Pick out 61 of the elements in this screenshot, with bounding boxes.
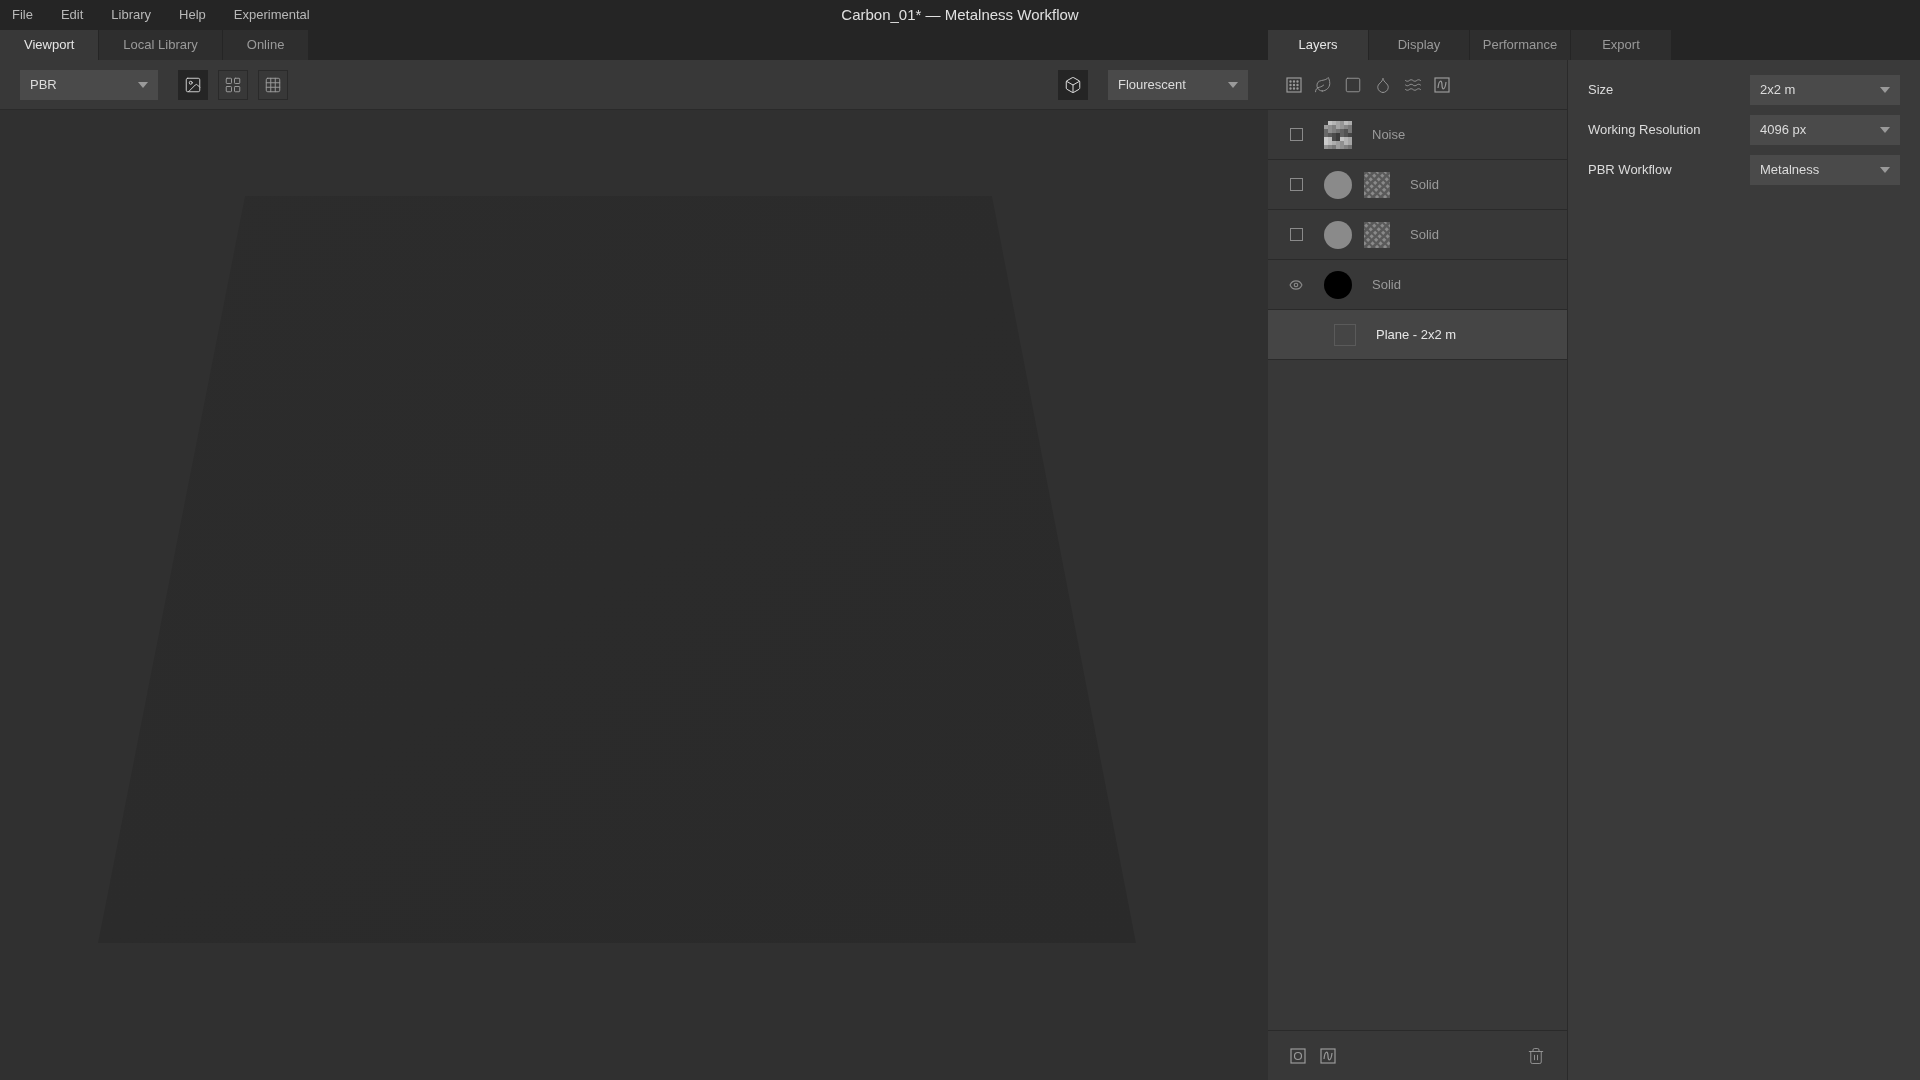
leaf-icon[interactable]: [1314, 75, 1332, 94]
visibility-checkbox[interactable]: [1289, 178, 1303, 191]
layer-row[interactable]: Solid: [1268, 160, 1567, 210]
caret-icon: [138, 81, 148, 88]
caret-icon: [1880, 87, 1890, 93]
render-mode-dropdown[interactable]: PBR: [20, 69, 158, 100]
droplet-icon[interactable]: [1374, 75, 1392, 94]
window-title: Carbon_01* — Metalness Workflow: [841, 4, 1079, 25]
tab[interactable]: Export: [1571, 30, 1671, 60]
layer-name: Solid: [1372, 275, 1401, 294]
view-layout-button[interactable]: [218, 69, 248, 100]
layer-row[interactable]: Plane - 2x2 m: [1268, 310, 1567, 360]
property-label: Working Resolution: [1588, 121, 1701, 140]
circle-box-icon[interactable]: [1290, 1047, 1306, 1064]
noise-thumbnail: [1324, 120, 1352, 149]
quad-grid-icon: [224, 75, 242, 94]
caret-icon: [1880, 167, 1890, 173]
visibility-checkbox[interactable]: [1289, 228, 1303, 241]
pattern-thumbnail: [1364, 171, 1390, 198]
eye-icon[interactable]: [1289, 277, 1303, 292]
menu-item[interactable]: Edit: [48, 5, 96, 25]
layer-row[interactable]: Noise: [1268, 110, 1567, 160]
layer-name: Solid: [1410, 175, 1439, 194]
property-label: Size: [1588, 81, 1614, 100]
function-icon[interactable]: [1434, 76, 1450, 93]
property-dropdown[interactable]: Metalness: [1750, 155, 1900, 185]
tab[interactable]: Layers: [1268, 30, 1368, 60]
layer-name: Noise: [1372, 125, 1406, 144]
visibility-checkbox[interactable]: [1289, 128, 1303, 141]
delete-icon[interactable]: [1527, 1046, 1545, 1065]
tab[interactable]: Performance: [1470, 30, 1570, 60]
caret-icon: [1228, 81, 1238, 88]
property-dropdown[interactable]: 4096 px: [1750, 115, 1900, 145]
menu-item[interactable]: Help: [167, 5, 218, 25]
dot-grid-icon[interactable]: [1286, 76, 1302, 93]
caret-icon: [1880, 127, 1890, 133]
layer-name: Plane - 2x2 m: [1376, 325, 1457, 344]
menu-item[interactable]: Experimental: [221, 5, 322, 25]
tab[interactable]: Viewport: [0, 30, 99, 60]
property-label: PBR Workflow: [1588, 161, 1672, 180]
grid-icon: [264, 75, 282, 94]
view-layout-button[interactable]: [258, 69, 288, 100]
function-icon[interactable]: [1320, 1047, 1336, 1064]
color-swatch[interactable]: [1324, 220, 1352, 249]
menu-item[interactable]: File: [0, 5, 45, 25]
color-swatch[interactable]: [1324, 270, 1352, 299]
image-icon: [184, 75, 202, 94]
menu-item[interactable]: Library: [99, 5, 164, 25]
square-icon[interactable]: [1344, 75, 1362, 94]
3d-view-button[interactable]: [1058, 69, 1088, 100]
layer-row[interactable]: Solid: [1268, 210, 1567, 260]
layer-name: Solid: [1410, 225, 1439, 244]
tab[interactable]: Local Library: [99, 30, 222, 60]
cube-icon: [1064, 75, 1082, 94]
property-dropdown[interactable]: 2x2 m: [1750, 75, 1900, 105]
tab[interactable]: Online: [222, 30, 309, 60]
pattern-thumbnail: [1364, 221, 1390, 248]
tab[interactable]: Display: [1369, 30, 1469, 60]
color-swatch[interactable]: [1324, 170, 1352, 199]
lighting-dropdown[interactable]: Flourescent: [1108, 69, 1248, 100]
view-layout-button[interactable]: [178, 69, 208, 100]
